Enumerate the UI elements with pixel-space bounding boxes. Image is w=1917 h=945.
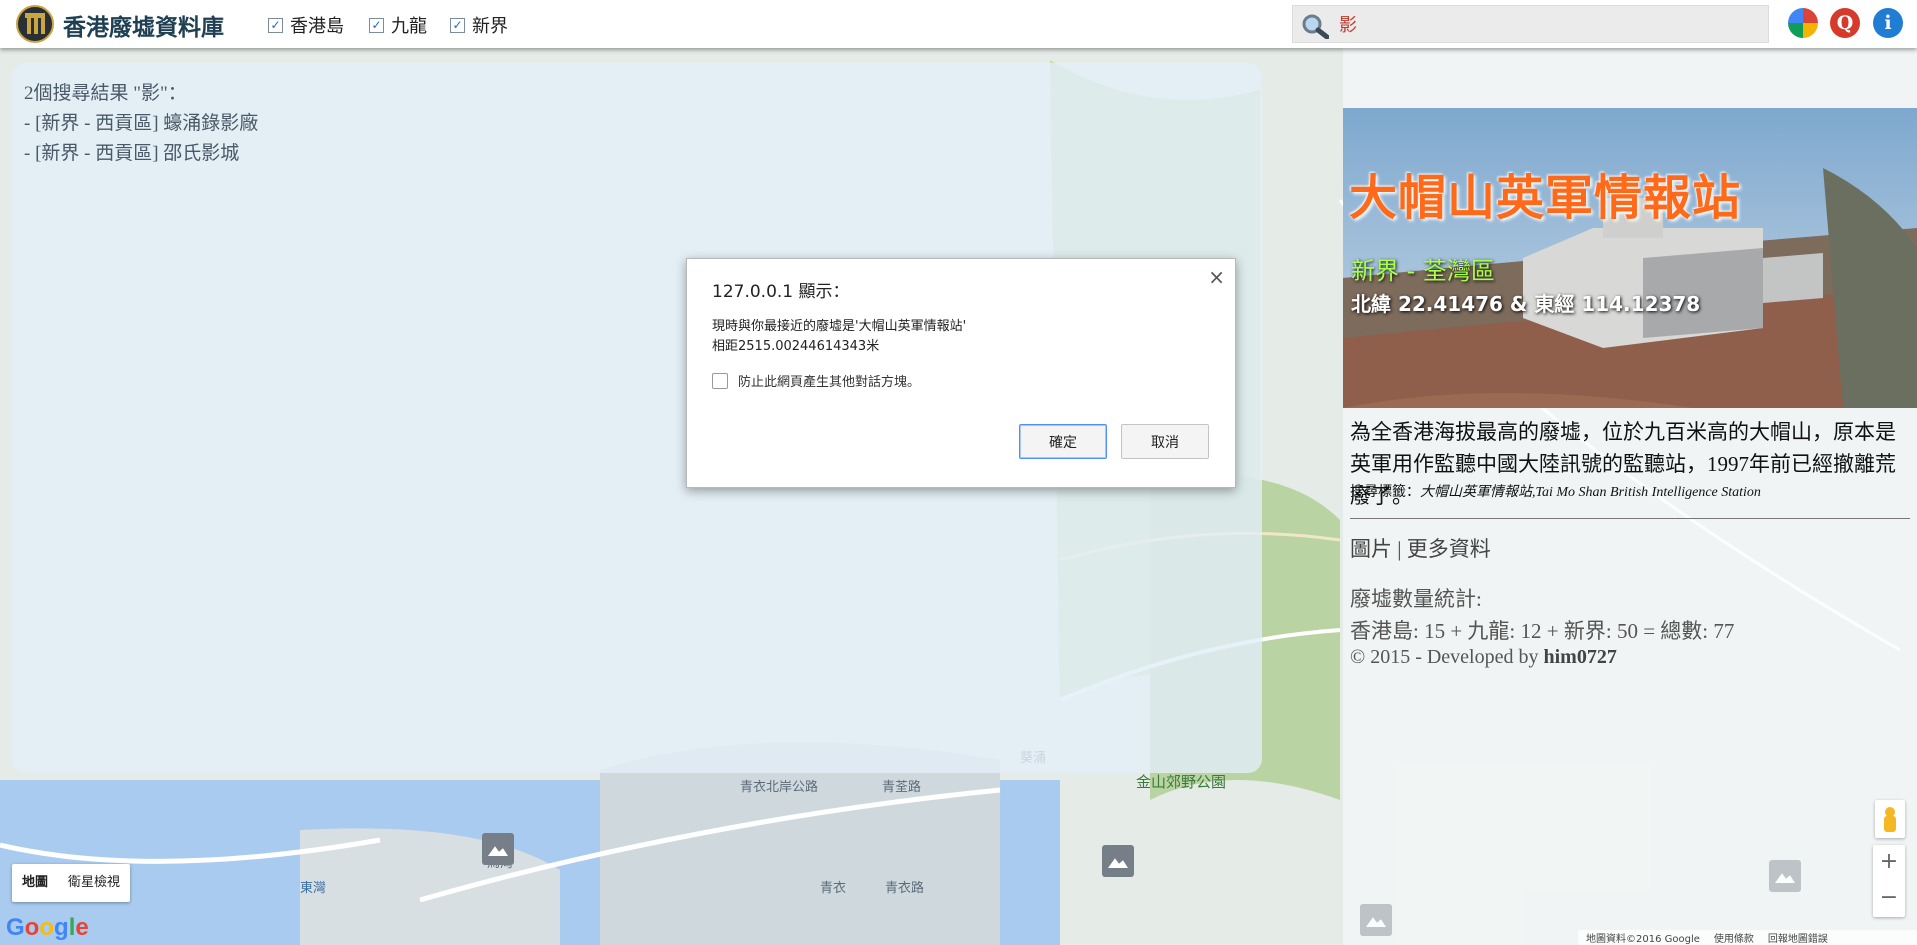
region-filter-hk-island[interactable]: ✓ 香港島: [268, 12, 344, 38]
alert-dialog: 127.0.0.1 顯示： × 現時與你最接近的廢墟是'大帽山英軍情報站' 相距…: [686, 258, 1236, 488]
ruin-marker[interactable]: [482, 833, 514, 865]
search-icon: [1302, 14, 1329, 39]
ruin-district: 新界 - 荃灣區: [1351, 257, 1495, 285]
map-data-credit: 地圖資料©2016 Google: [1586, 934, 1700, 945]
ok-button[interactable]: 確定: [1019, 424, 1107, 459]
cancel-button[interactable]: 取消: [1121, 424, 1209, 459]
checkbox-unchecked-icon[interactable]: [712, 372, 728, 389]
result-item[interactable]: - [新界 - 西貢區] 蠔涌錄影廠: [24, 109, 1250, 139]
close-icon[interactable]: ×: [1208, 265, 1225, 289]
dialog-message-line: 相距2515.00244614343米: [712, 339, 880, 354]
map-label: 青衣路: [885, 881, 925, 896]
q-icon[interactable]: Q: [1830, 8, 1860, 38]
terms-link[interactable]: 使用條款: [1714, 930, 1754, 945]
tags-value: 大帽山英軍情報站,Tai Mo Shan British Intelligenc…: [1420, 485, 1761, 500]
region-label: 新界: [472, 16, 508, 37]
region-filter-new-territories[interactable]: ✓ 新界: [450, 12, 508, 38]
ruin-coordinates: 北緯 22.41476 & 東經 114.12378: [1351, 292, 1701, 316]
region-label: 九龍: [391, 16, 427, 37]
checkbox-checked-icon[interactable]: ✓: [369, 17, 384, 33]
report-error-link[interactable]: 回報地圖錯誤: [1768, 930, 1828, 945]
tags-label: 搜尋標籤：: [1350, 485, 1420, 500]
map-type-map[interactable]: 地圖: [12, 864, 58, 902]
google-logo[interactable]: Google: [6, 914, 89, 942]
ruin-name-title: 大帽山英軍情報站: [1349, 170, 1742, 226]
search-box[interactable]: [1292, 5, 1769, 43]
divider: [1350, 518, 1910, 519]
region-label: 香港島: [290, 16, 344, 37]
search-tags: 搜尋標籤：大帽山英軍情報站,Tai Mo Shan British Intell…: [1350, 481, 1761, 501]
map-label: 青荃路: [882, 780, 922, 795]
results-summary: 2個搜尋結果 "影"：: [24, 83, 187, 104]
checkbox-checked-icon[interactable]: ✓: [450, 17, 465, 33]
dialog-message: 現時與你最接近的廢墟是'大帽山英軍情報站' 相距2515.00244614343…: [712, 317, 966, 357]
stats-counts: 香港島: 15 + 九龍: 12 + 新界: 50 = 總數: 77: [1350, 619, 1735, 643]
region-filter-kowloon[interactable]: ✓ 九龍: [369, 12, 427, 38]
info-icon[interactable]: i: [1873, 8, 1903, 38]
dialog-message-line: 現時與你最接近的廢墟是'大帽山英軍情報站': [712, 319, 967, 334]
developer-name: him0727: [1543, 646, 1617, 668]
site-title[interactable]: 香港廢墟資料庫: [63, 8, 224, 42]
street-view-pegman-icon[interactable]: [1875, 800, 1905, 838]
top-header: 香港廢墟資料庫 ✓ 香港島 ✓ 九龍 ✓ 新界 Q i: [0, 0, 1917, 48]
map-label: 青衣: [820, 881, 847, 896]
copyright: © 2015 - Developed by him0727: [1350, 646, 1617, 669]
checkbox-label: 防止此網頁產生其他對話方塊。: [738, 375, 921, 390]
site-logo-icon[interactable]: [16, 5, 54, 43]
zoom-out-button[interactable]: −: [1873, 881, 1905, 917]
map-type-satellite[interactable]: 衛星檢視: [58, 864, 130, 902]
map-type-control: 地圖 衛星檢視: [12, 864, 131, 902]
result-item[interactable]: - [新界 - 西貢區] 邵氏影城: [24, 139, 1250, 169]
ruin-marker[interactable]: [1102, 845, 1134, 877]
suppress-dialogs-checkbox[interactable]: 防止此網頁產生其他對話方塊。: [712, 371, 920, 390]
photo-more-info-links[interactable]: 圖片 | 更多資料: [1350, 533, 1491, 563]
checkbox-checked-icon[interactable]: ✓: [268, 17, 283, 33]
ruin-detail-sidebar: 大帽山英軍情報站 新界 - 荃灣區 北緯 22.41476 & 東經 114.1…: [1343, 48, 1917, 945]
search-input[interactable]: [1339, 11, 1759, 37]
map-attribution: 地圖資料©2016 Google 使用條款 回報地圖錯誤: [1578, 930, 1917, 945]
dialog-title: 127.0.0.1 顯示：: [712, 282, 850, 302]
map-label: 青衣北岸公路: [740, 780, 819, 795]
zoom-control: + −: [1873, 845, 1905, 917]
map-label: 東灣: [300, 881, 327, 896]
stats-title: 廢墟數量統計:: [1350, 587, 1482, 611]
map-label: 金山郊野公園: [1136, 773, 1227, 791]
google-maps-icon[interactable]: [1788, 8, 1818, 38]
zoom-in-button[interactable]: +: [1873, 845, 1905, 881]
copyright-prefix: © 2015 - Developed by: [1350, 646, 1544, 668]
